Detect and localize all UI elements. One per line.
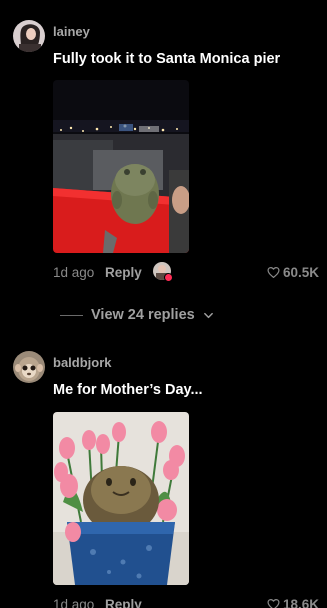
frog-figurine-with-tulips-photo[interactable] (53, 412, 189, 585)
heart-icon (267, 267, 280, 278)
heart-icon (267, 599, 280, 608)
chevron-down-icon (203, 312, 213, 318)
comment-meta: 1d ago Reply 18.6K (53, 597, 319, 608)
reply-button[interactable]: Reply (105, 265, 142, 280)
view-replies-button[interactable]: View 24 replies (60, 306, 214, 324)
reply-button[interactable]: Reply (105, 597, 142, 608)
frog-figurine-at-pier-photo[interactable] (53, 80, 189, 253)
creator-badge (164, 273, 173, 282)
comment-username[interactable]: lainey (53, 24, 90, 39)
avatar[interactable] (13, 351, 45, 383)
comment-username[interactable]: baldbjork (53, 355, 112, 370)
view-replies-label: View 24 replies (91, 307, 195, 323)
comment-text: Fully took it to Santa Monica pier (53, 51, 281, 67)
like-button[interactable]: 60.5K (267, 265, 319, 280)
comment-text: Me for Mother’s Day... (53, 382, 203, 398)
like-count: 18.6K (282, 597, 319, 608)
avatar[interactable] (13, 20, 45, 52)
comment-meta: 1d ago Reply 60.5K (53, 262, 319, 283)
comment-timestamp: 1d ago (53, 597, 95, 608)
divider-line (60, 314, 83, 316)
comment-timestamp: 1d ago (53, 265, 95, 280)
like-count: 60.5K (282, 265, 319, 280)
like-button[interactable]: 18.6K (267, 597, 319, 608)
